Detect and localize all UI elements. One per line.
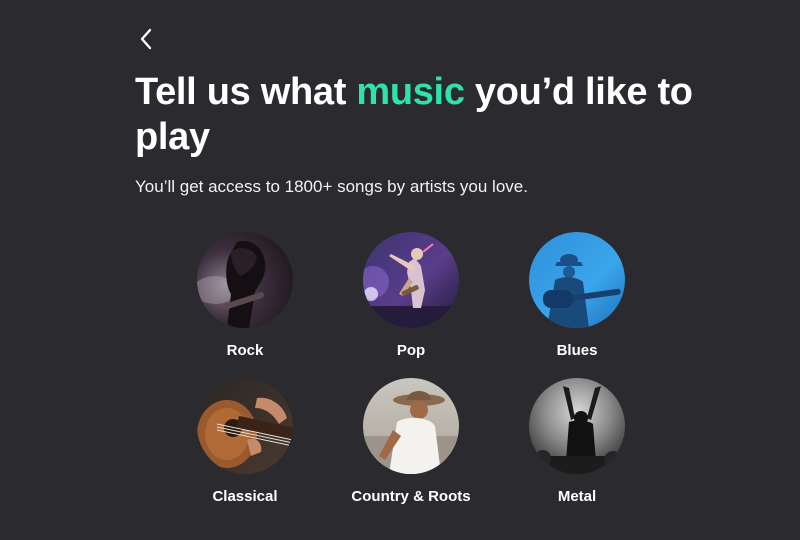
genre-label: Blues: [556, 342, 598, 359]
genre-pop-image: [363, 232, 459, 328]
genre-metal[interactable]: Metal: [510, 378, 644, 506]
back-button[interactable]: [134, 26, 158, 52]
title-accent-word: music: [356, 71, 465, 113]
genre-blues[interactable]: Blues: [510, 232, 644, 360]
genre-classical-image: [197, 378, 293, 474]
genre-rock[interactable]: Rock: [178, 232, 312, 360]
page-subtitle: You’ll get access to 1800+ songs by arti…: [135, 177, 528, 196]
genre-label: Classical: [212, 488, 278, 505]
genre-country-roots[interactable]: Country & Roots: [344, 378, 478, 506]
genre-classical[interactable]: Classical: [178, 378, 312, 506]
genre-rock-image: [197, 232, 293, 328]
genre-selection-page: Tell us what music you’d like to play Yo…: [0, 0, 800, 540]
genre-label: Country & Roots: [351, 488, 471, 505]
title-text-start: Tell us what: [135, 71, 357, 113]
genre-metal-image: [529, 378, 625, 474]
genre-label: Metal: [557, 488, 597, 505]
genre-label: Rock: [226, 342, 264, 359]
page-title: Tell us what music you’d like to play: [135, 70, 695, 160]
genre-country-roots-image: [363, 378, 459, 474]
chevron-left-icon: [139, 27, 153, 51]
genre-label: Pop: [396, 342, 426, 359]
genre-pop[interactable]: Pop: [344, 232, 478, 360]
genre-grid: Rock Pop Blues Classical Country & Roots…: [178, 232, 658, 506]
genre-blues-image: [529, 232, 625, 328]
